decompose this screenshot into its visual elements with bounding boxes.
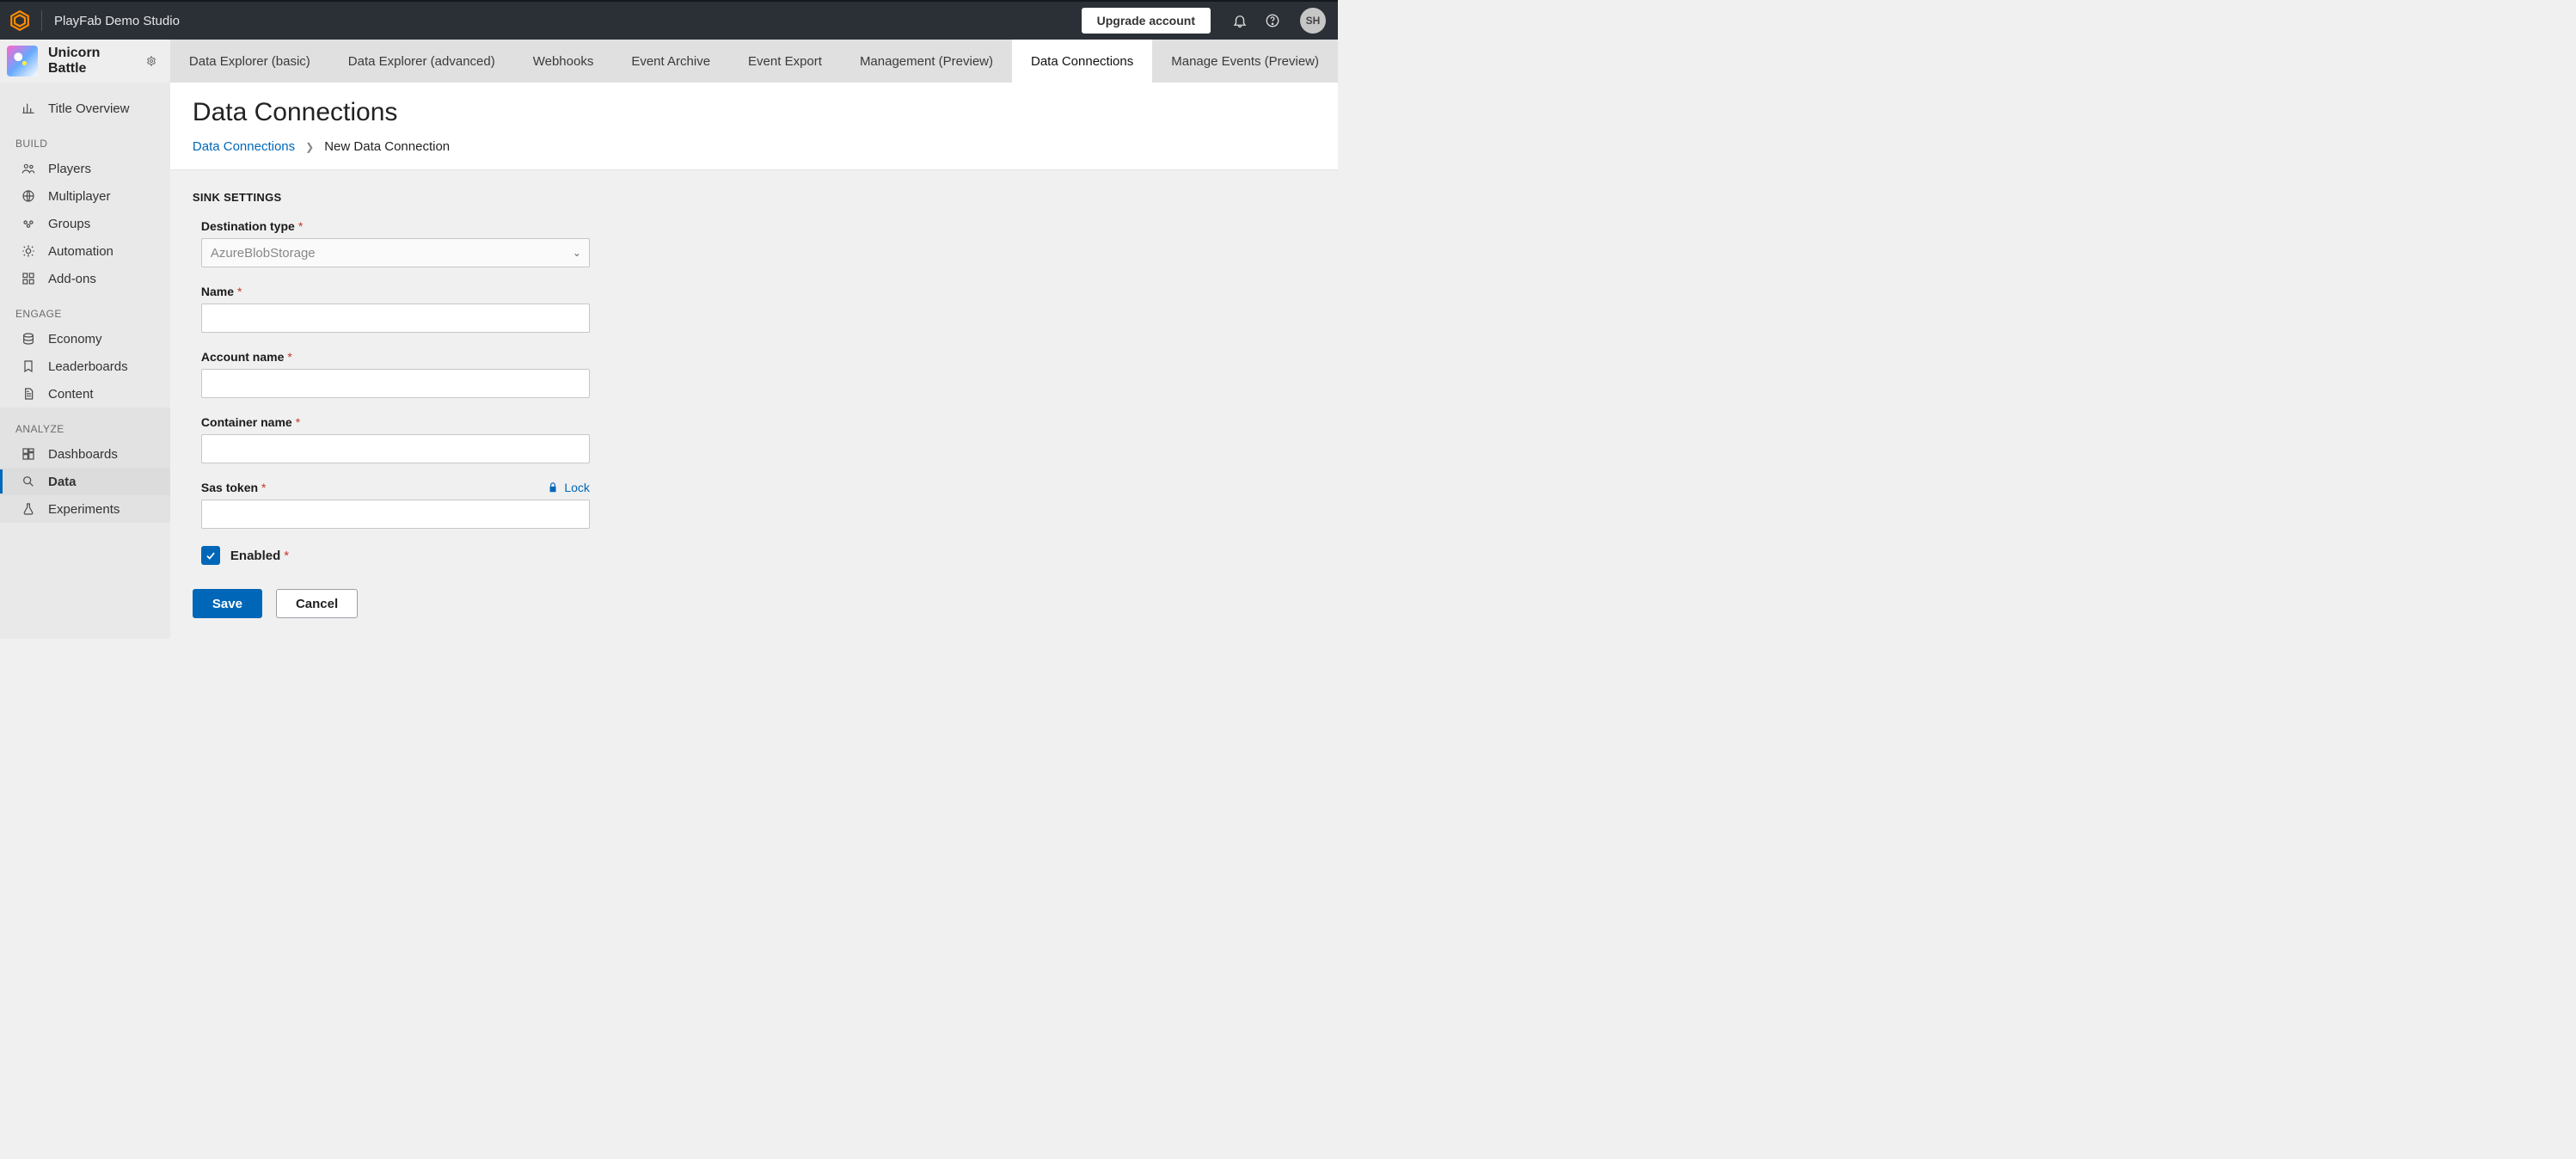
data-icon	[21, 474, 36, 489]
tab-event-archive[interactable]: Event Archive	[612, 40, 729, 83]
main-content: Data Explorer (basic) Data Explorer (adv…	[170, 40, 1338, 639]
players-icon	[21, 161, 36, 176]
sidebar-item-label: Experiments	[48, 502, 120, 517]
sidebar-item-economy[interactable]: Economy	[0, 325, 170, 353]
account-name-input[interactable]	[201, 369, 590, 398]
sidebar-item-leaderboards[interactable]: Leaderboards	[0, 353, 170, 380]
sidebar-item-multiplayer[interactable]: Multiplayer	[0, 182, 170, 210]
automation-icon	[21, 243, 36, 259]
addons-icon	[21, 271, 36, 286]
bookmark-icon	[21, 359, 36, 374]
tab-data-explorer-advanced[interactable]: Data Explorer (advanced)	[329, 40, 514, 83]
sidebar-item-label: Multiplayer	[48, 189, 111, 204]
globe-icon	[21, 188, 36, 204]
label-sas-token: Sas token* Lock	[201, 481, 590, 494]
enabled-checkbox[interactable]	[201, 546, 220, 565]
sidebar-item-title-overview[interactable]: Title Overview	[0, 95, 170, 122]
section-title: SINK SETTINGS	[193, 191, 1316, 204]
sidebar-heading-analyze: ANALYZE	[0, 408, 170, 440]
notifications-icon[interactable]	[1226, 7, 1254, 34]
document-icon	[21, 386, 36, 402]
sidebar-item-label: Title Overview	[48, 101, 129, 116]
dashboard-icon	[21, 446, 36, 462]
sidebar-item-dashboards[interactable]: Dashboards	[0, 440, 170, 468]
playfab-logo[interactable]	[9, 9, 31, 32]
label-account-name: Account name*	[201, 350, 590, 364]
tab-webhooks[interactable]: Webhooks	[514, 40, 613, 83]
sidebar-item-label: Automation	[48, 244, 113, 259]
sidebar-item-content[interactable]: Content	[0, 380, 170, 408]
topbar-divider	[41, 10, 42, 31]
sidebar-item-addons[interactable]: Add-ons	[0, 265, 170, 292]
help-icon[interactable]	[1259, 7, 1286, 34]
check-icon	[205, 549, 217, 561]
breadcrumb-root[interactable]: Data Connections	[193, 139, 295, 154]
sidebar-item-label: Add-ons	[48, 272, 96, 286]
lock-link[interactable]: Lock	[547, 481, 590, 494]
sidebar-item-groups[interactable]: Groups	[0, 210, 170, 237]
name-input[interactable]	[201, 304, 590, 333]
sidebar-item-label: Data	[48, 475, 77, 489]
label-container-name: Container name*	[201, 415, 590, 429]
sidebar-item-label: Economy	[48, 332, 102, 346]
sidebar: Unicorn Battle Title Overview BUILD Play…	[0, 40, 170, 639]
sidebar-item-label: Leaderboards	[48, 359, 128, 374]
user-avatar[interactable]: SH	[1300, 8, 1326, 34]
sidebar-item-label: Groups	[48, 217, 90, 231]
sas-token-input[interactable]	[201, 500, 590, 529]
sidebar-item-experiments[interactable]: Experiments	[0, 495, 170, 523]
sidebar-item-label: Players	[48, 162, 91, 176]
game-name[interactable]: Unicorn Battle	[48, 46, 131, 77]
tab-manage-events[interactable]: Manage Events (Preview)	[1152, 40, 1338, 83]
flask-icon	[21, 501, 36, 517]
sidebar-item-players[interactable]: Players	[0, 155, 170, 182]
save-button[interactable]: Save	[193, 589, 262, 618]
sidebar-item-label: Dashboards	[48, 447, 118, 462]
groups-icon	[21, 216, 36, 231]
cancel-button[interactable]: Cancel	[276, 589, 358, 618]
container-name-input[interactable]	[201, 434, 590, 463]
topbar: PlayFab Demo Studio Upgrade account SH	[0, 0, 1338, 40]
breadcrumb-current: New Data Connection	[324, 139, 450, 154]
form-area: SINK SETTINGS Destination type* ⌄ Name*	[170, 170, 1338, 639]
breadcrumb: Data Connections ❯ New Data Connection	[193, 139, 1316, 154]
label-enabled: Enabled*	[230, 549, 289, 563]
upgrade-account-button[interactable]: Upgrade account	[1082, 8, 1211, 34]
sidebar-item-automation[interactable]: Automation	[0, 237, 170, 265]
economy-icon	[21, 331, 36, 346]
sidebar-heading-build: BUILD	[0, 122, 170, 155]
title-settings-icon[interactable]	[141, 51, 162, 71]
label-destination-type: Destination type*	[201, 219, 590, 233]
tab-management[interactable]: Management (Preview)	[841, 40, 1012, 83]
game-title-row: Unicorn Battle	[0, 40, 170, 83]
studio-name[interactable]: PlayFab Demo Studio	[54, 14, 180, 28]
tab-event-export[interactable]: Event Export	[729, 40, 841, 83]
game-icon[interactable]	[7, 46, 38, 77]
tab-bar: Data Explorer (basic) Data Explorer (adv…	[170, 40, 1338, 83]
chevron-right-icon: ❯	[305, 141, 314, 153]
sidebar-item-data[interactable]: Data	[0, 468, 170, 495]
barchart-icon	[21, 101, 36, 116]
tab-data-connections[interactable]: Data Connections	[1012, 40, 1152, 83]
tab-data-explorer-basic[interactable]: Data Explorer (basic)	[170, 40, 329, 83]
lock-icon	[547, 481, 559, 494]
label-name: Name*	[201, 285, 590, 298]
sidebar-item-label: Content	[48, 387, 94, 402]
destination-type-select[interactable]	[201, 238, 590, 267]
page-header: Data Connections Data Connections ❯ New …	[170, 83, 1338, 170]
sidebar-heading-engage: ENGAGE	[0, 292, 170, 325]
page-title: Data Connections	[193, 98, 1316, 127]
